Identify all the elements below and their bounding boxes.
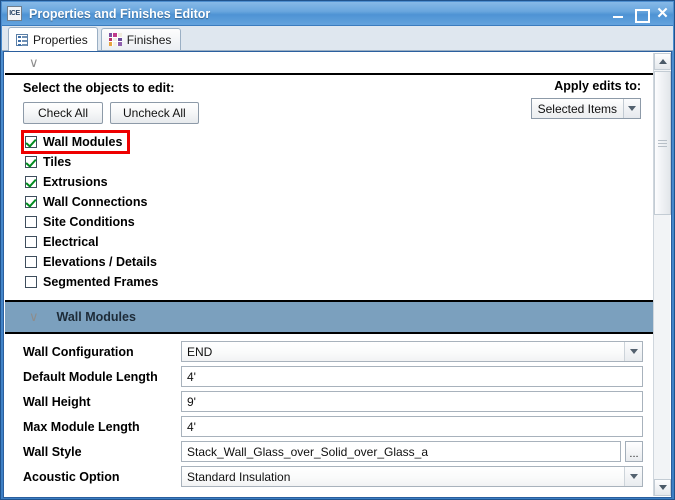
vertical-scrollbar[interactable] bbox=[653, 53, 671, 496]
window-controls: ✕ bbox=[612, 2, 669, 26]
object-checkbox-row[interactable]: Site Conditions bbox=[23, 212, 138, 232]
property-label: Wall Configuration bbox=[23, 344, 134, 359]
checkbox-unchecked-icon[interactable] bbox=[25, 276, 37, 288]
apply-edits-value: Selected Items bbox=[537, 101, 617, 116]
property-control: 9' bbox=[181, 391, 643, 412]
application-window: ICE Properties and Finishes Editor ✕ Pro… bbox=[0, 0, 675, 500]
property-dropdown[interactable]: Standard Insulation bbox=[181, 466, 643, 487]
tab-finishes-label: Finishes bbox=[126, 32, 172, 47]
chevron-down-icon[interactable] bbox=[624, 342, 642, 361]
uncheck-all-button[interactable]: Uncheck All bbox=[110, 102, 199, 124]
tab-properties[interactable]: Properties bbox=[8, 27, 98, 51]
object-checkbox-label: Wall Connections bbox=[43, 195, 148, 209]
property-text-input[interactable]: Stack_Wall_Glass_over_Solid_over_Glass_a bbox=[181, 441, 621, 462]
close-button[interactable]: ✕ bbox=[656, 6, 669, 22]
property-control: 4' bbox=[181, 416, 643, 437]
chevron-down-icon[interactable]: ∨ bbox=[29, 56, 39, 69]
property-label: Acoustic Option bbox=[23, 469, 120, 484]
object-checkbox-label: Tiles bbox=[43, 155, 72, 169]
property-row: Max Module Length 4' bbox=[5, 414, 653, 439]
scroll-view: ∨ Select the objects to edit: Apply edit… bbox=[5, 53, 654, 496]
property-label: Default Module Length bbox=[23, 369, 158, 384]
app-icon: ICE bbox=[7, 6, 22, 21]
title-bar[interactable]: ICE Properties and Finishes Editor ✕ bbox=[2, 2, 673, 26]
property-text-input[interactable]: 4' bbox=[181, 416, 643, 437]
maximize-button[interactable] bbox=[634, 6, 650, 23]
property-text-input[interactable]: 4' bbox=[181, 366, 643, 387]
collapsed-section-bar[interactable]: ∨ bbox=[5, 53, 653, 75]
apply-edits-label: Apply edits to: bbox=[554, 79, 641, 93]
browse-button[interactable]: ... bbox=[625, 441, 643, 462]
section-header-wall-modules[interactable]: ∨ Wall Modules bbox=[5, 300, 653, 334]
checkbox-checked-icon[interactable] bbox=[25, 196, 37, 208]
property-control: Standard Insulation bbox=[181, 466, 643, 487]
chevron-down-icon[interactable] bbox=[624, 467, 642, 486]
checkbox-unchecked-icon[interactable] bbox=[25, 236, 37, 248]
list-icon bbox=[16, 33, 28, 46]
property-control: END bbox=[181, 341, 643, 362]
checkbox-unchecked-icon[interactable] bbox=[25, 216, 37, 228]
object-checkbox-list: Wall Modules Tiles Extrusions Wall Connecti… bbox=[5, 124, 653, 292]
selection-heading: Select the objects to edit: bbox=[23, 81, 175, 95]
client-panel: ∨ Select the objects to edit: Apply edit… bbox=[3, 51, 672, 498]
object-checkbox-row[interactable]: Wall Connections bbox=[23, 192, 150, 212]
check-all-button[interactable]: Check All bbox=[23, 102, 103, 124]
checkbox-checked-icon[interactable] bbox=[25, 136, 37, 148]
color-swatch bbox=[118, 37, 122, 42]
property-row: Acoustic Option Standard Insulation bbox=[5, 464, 653, 489]
object-checkbox-label: Extrusions bbox=[43, 175, 108, 189]
section-title: Wall Modules bbox=[56, 310, 136, 324]
object-checkbox-label: Site Conditions bbox=[43, 215, 135, 229]
property-control: Stack_Wall_Glass_over_Solid_over_Glass_a… bbox=[181, 441, 643, 462]
object-checkbox-row[interactable]: Segmented Frames bbox=[23, 272, 161, 292]
apply-edits-dropdown[interactable]: Selected Items bbox=[530, 98, 641, 119]
color-swatch bbox=[113, 42, 118, 46]
object-checkbox-label: Elevations / Details bbox=[43, 255, 157, 269]
chevron-down-icon[interactable]: ∨ bbox=[29, 310, 39, 323]
window-title: Properties and Finishes Editor bbox=[29, 6, 211, 21]
object-checkbox-row[interactable]: Tiles bbox=[23, 152, 74, 172]
object-checkbox-label: Electrical bbox=[43, 235, 99, 249]
color-swatch bbox=[118, 42, 122, 46]
color-swatch bbox=[118, 33, 122, 37]
color-swatch bbox=[108, 33, 113, 37]
scroll-down-arrow-icon[interactable] bbox=[654, 479, 671, 496]
color-swatch bbox=[113, 37, 118, 42]
object-checkbox-row[interactable]: Extrusions bbox=[23, 172, 111, 192]
checkbox-unchecked-icon[interactable] bbox=[25, 256, 37, 268]
object-checkbox-label: Wall Modules bbox=[43, 135, 123, 149]
chevron-down-icon[interactable] bbox=[623, 99, 640, 118]
property-label: Max Module Length bbox=[23, 419, 140, 434]
scrollbar-thumb[interactable] bbox=[654, 71, 671, 215]
property-value: Standard Insulation bbox=[187, 469, 291, 484]
property-label: Wall Height bbox=[23, 394, 91, 409]
property-dropdown[interactable]: END bbox=[181, 341, 643, 362]
scroll-up-arrow-icon[interactable] bbox=[654, 53, 671, 70]
color-swatch bbox=[113, 33, 118, 37]
object-checkbox-row[interactable]: Wall Modules bbox=[20, 130, 131, 154]
minimize-button[interactable] bbox=[612, 6, 625, 22]
property-row: Wall Style Stack_Wall_Glass_over_Solid_ov… bbox=[5, 439, 653, 464]
tab-strip: Properties Finishes bbox=[2, 26, 673, 51]
object-selection-block: Select the objects to edit: Apply edits … bbox=[5, 75, 653, 292]
property-row: Wall Configuration END bbox=[5, 339, 653, 364]
property-control: 4' bbox=[181, 366, 643, 387]
property-row: Default Module Length 4' bbox=[5, 364, 653, 389]
object-checkbox-row[interactable]: Electrical bbox=[23, 232, 102, 252]
color-grid-icon bbox=[108, 33, 122, 46]
object-checkbox-label: Segmented Frames bbox=[43, 275, 159, 289]
property-form: Wall Configuration END Default Module Leng… bbox=[5, 334, 653, 489]
checkbox-checked-icon[interactable] bbox=[25, 176, 37, 188]
tab-finishes[interactable]: Finishes bbox=[100, 28, 182, 50]
checkbox-checked-icon[interactable] bbox=[25, 156, 37, 168]
color-swatch bbox=[108, 37, 113, 42]
color-swatch bbox=[108, 42, 113, 46]
property-row: Wall Height 9' bbox=[5, 389, 653, 414]
property-value: END bbox=[187, 344, 213, 359]
property-label: Wall Style bbox=[23, 444, 82, 459]
apply-edits-group: Apply edits to: Selected Items bbox=[530, 79, 641, 119]
property-text-input[interactable]: 9' bbox=[181, 391, 643, 412]
tab-properties-label: Properties bbox=[33, 32, 88, 47]
object-checkbox-row[interactable]: Elevations / Details bbox=[23, 252, 160, 272]
